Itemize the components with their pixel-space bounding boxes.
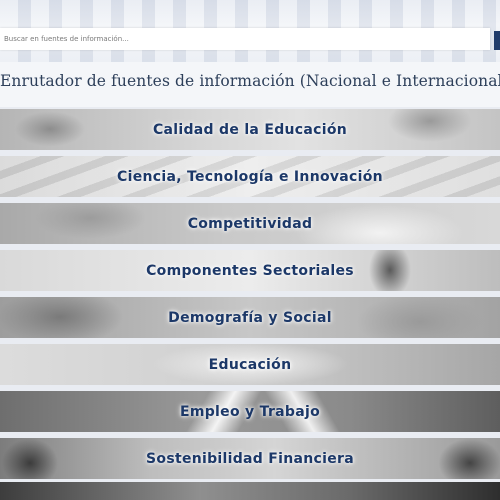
search-button[interactable] xyxy=(494,31,500,50)
search-bar xyxy=(0,28,490,50)
menu-item-label: Sostenibilidad Financiera xyxy=(146,450,354,467)
menu-item-label: Componentes Sectoriales xyxy=(146,262,354,279)
page-title: Enrutador de fuentes de información (Nac… xyxy=(0,72,500,90)
search-input[interactable] xyxy=(0,28,484,50)
menu-item-label: Ciencia, Tecnología e Innovación xyxy=(117,168,383,185)
menu-item-educacion[interactable]: Educación xyxy=(0,344,500,385)
menu-item-empleo-trabajo[interactable]: Empleo y Trabajo xyxy=(0,391,500,432)
menu-item-componentes-sectoriales[interactable]: Componentes Sectoriales xyxy=(0,250,500,291)
menu-item-label: Demografía y Social xyxy=(168,309,332,326)
menu-item-sostenibilidad-financiera[interactable]: Sostenibilidad Financiera xyxy=(0,438,500,479)
menu-item-label: Educación xyxy=(208,356,292,373)
menu-item-label: Competitividad xyxy=(187,215,313,232)
menu-item-label: Empleo y Trabajo xyxy=(179,403,320,420)
footer-image-strip xyxy=(0,482,500,500)
menu-item-competitividad[interactable]: Competitividad xyxy=(0,203,500,244)
menu-item-demografia-social[interactable]: Demografía y Social xyxy=(0,297,500,338)
menu-item-label: Calidad de la Educación xyxy=(152,121,348,138)
menu-item-calidad-educacion[interactable]: Calidad de la Educación xyxy=(0,109,500,150)
menu-item-ciencia-tecnologia[interactable]: Ciencia, Tecnología e Innovación xyxy=(0,156,500,197)
